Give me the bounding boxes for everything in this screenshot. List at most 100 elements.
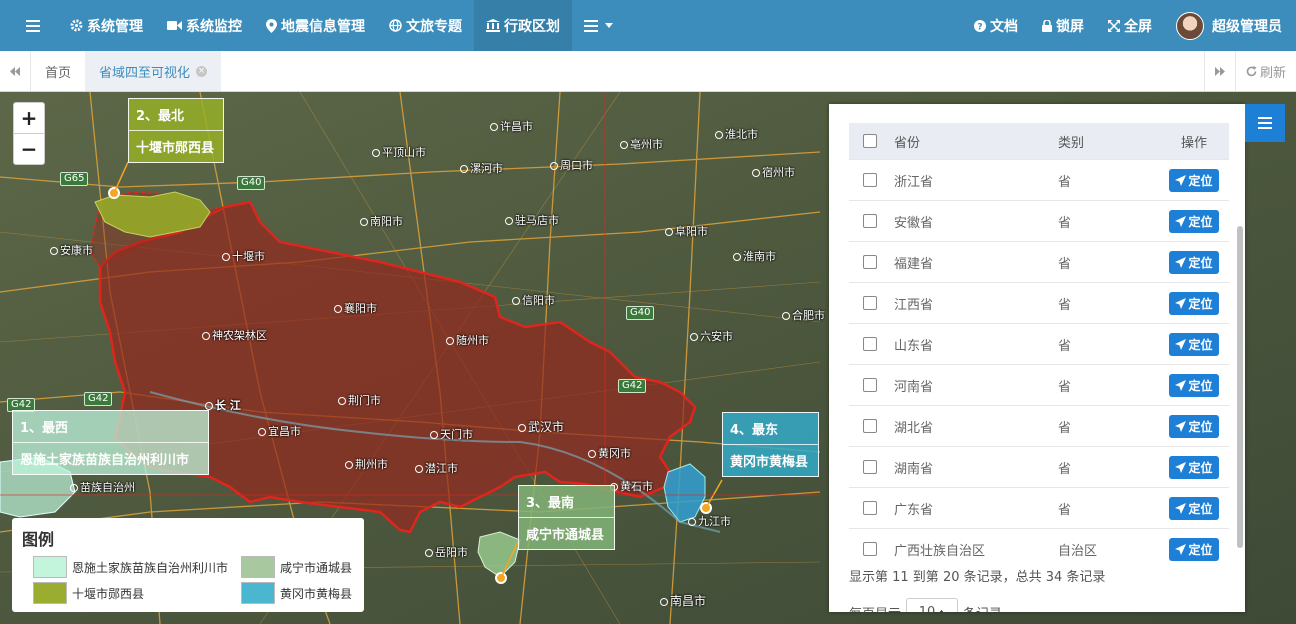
nav-label: 系统管理 — [87, 18, 143, 35]
row-checkbox[interactable] — [863, 501, 877, 515]
city-label: 合肥市 — [782, 307, 825, 323]
locate-button[interactable]: 定位 — [1169, 332, 1219, 356]
zoom-in-button[interactable]: + — [14, 103, 44, 134]
province-type: 省 — [1057, 241, 1159, 283]
panel-toggle-button[interactable] — [1245, 104, 1285, 142]
locate-button[interactable]: 定位 — [1169, 455, 1219, 479]
row-checkbox[interactable] — [863, 173, 877, 187]
tab-province-extent[interactable]: 省域四至可视化 × — [85, 51, 222, 91]
map-legend: 图例 恩施土家族苗族自治州利川市 咸宁市通城县 十堰市郧西县 黄冈市黄梅县 — [12, 518, 364, 612]
lock-label: 锁屏 — [1056, 18, 1084, 35]
city-label: 神农架林区 — [202, 327, 267, 343]
callout-north[interactable]: 2、最北 十堰市郧西县 — [128, 98, 224, 163]
pager-info: 显示第 11 到第 20 条记录，总共 34 条记录 — [849, 570, 1106, 585]
tab-home[interactable]: 首页 — [31, 51, 85, 91]
nav-system-monitor[interactable]: 系统监控 — [155, 0, 254, 51]
province-type: 省 — [1057, 200, 1159, 242]
legend-swatch — [241, 556, 275, 578]
city-label: 淮南市 — [733, 248, 776, 264]
nav-administrative-division[interactable]: 行政区划 — [474, 0, 572, 51]
city-label: 淮北市 — [715, 126, 758, 142]
province-name: 河南省 — [893, 364, 1057, 406]
gear-icon — [70, 19, 83, 32]
row-checkbox[interactable] — [863, 337, 877, 351]
docs-link[interactable]: ? 文档 — [962, 0, 1030, 51]
table-row: 浙江省省 定位 — [849, 159, 1229, 201]
legend-item: 黄冈市黄梅县 — [241, 582, 352, 604]
page-size-select[interactable]: 10 — [906, 598, 959, 613]
locate-button[interactable]: 定位 — [1169, 291, 1219, 315]
select-all-checkbox[interactable] — [863, 134, 877, 148]
province-name: 福建省 — [893, 241, 1057, 283]
top-navbar: 系统管理 系统监控 地震信息管理 文旅专题 行政区划 ? 文档 锁屏 全屏 超级… — [0, 0, 1296, 51]
refresh-button[interactable]: 刷新 — [1234, 51, 1296, 91]
callout-south[interactable]: 3、最南 咸宁市通城县 — [518, 485, 615, 550]
locate-button[interactable]: 定位 — [1169, 209, 1219, 233]
locate-button[interactable]: 定位 — [1169, 168, 1219, 192]
nav-system-management[interactable]: 系统管理 — [58, 0, 155, 51]
zoom-control: + − — [13, 102, 45, 165]
tab-scroll-left-button[interactable] — [0, 51, 31, 91]
menu-toggle-button[interactable] — [0, 0, 58, 51]
callout-title: 1、最西 — [13, 411, 208, 443]
row-checkbox[interactable] — [863, 296, 877, 310]
highway-shield: G40 — [237, 176, 266, 190]
table-row: 安徽省省 定位 — [849, 200, 1229, 242]
city-label: 安康市 — [50, 242, 93, 258]
paper-plane-icon — [1175, 215, 1187, 227]
row-checkbox[interactable] — [863, 542, 877, 556]
row-checkbox[interactable] — [863, 214, 877, 228]
locate-button[interactable]: 定位 — [1169, 373, 1219, 397]
locate-label: 定位 — [1188, 419, 1213, 434]
page-size-value: 10 — [918, 604, 936, 613]
province-type: 自治区 — [1057, 528, 1159, 569]
nav-label: 文旅专题 — [406, 18, 462, 35]
locate-label: 定位 — [1188, 173, 1213, 188]
city-label: 许昌市 — [490, 118, 533, 134]
row-checkbox[interactable] — [863, 378, 877, 392]
callout-name: 黄冈市黄梅县 — [730, 455, 809, 470]
callout-west[interactable]: 1、最西 恩施土家族苗族自治州利川市 — [12, 410, 209, 475]
legend-item: 十堰市郧西县 — [33, 582, 144, 604]
callout-east[interactable]: 4、最东 黄冈市黄梅县 — [722, 412, 819, 477]
row-checkbox[interactable] — [863, 419, 877, 433]
nav-culture-tourism[interactable]: 文旅专题 — [377, 0, 474, 51]
city-label: 襄阳市 — [334, 300, 377, 316]
bank-icon — [486, 19, 500, 32]
row-checkbox[interactable] — [863, 460, 877, 474]
user-menu[interactable]: 超级管理员 — [1164, 0, 1296, 51]
callout-name: 恩施土家族苗族自治州利川市 — [20, 453, 190, 468]
row-checkbox[interactable] — [863, 255, 877, 269]
close-icon[interactable]: × — [196, 65, 208, 77]
nav-more-dropdown[interactable] — [572, 0, 629, 51]
scrollbar[interactable] — [1237, 226, 1243, 548]
province-type: 省 — [1057, 446, 1159, 488]
hamburger-icon — [1258, 117, 1272, 129]
city-label: 天门市 — [430, 426, 473, 442]
locate-button[interactable]: 定位 — [1169, 414, 1219, 438]
paper-plane-icon — [1175, 420, 1187, 432]
zoom-out-button[interactable]: − — [14, 134, 44, 164]
city-label: 潜江市 — [415, 460, 458, 476]
city-label: 周口市 — [550, 157, 593, 173]
city-label: 宜昌市 — [258, 423, 301, 439]
locate-label: 定位 — [1188, 542, 1213, 557]
refresh-icon — [1246, 65, 1257, 76]
province-name: 湖北省 — [893, 405, 1057, 447]
fullscreen-button[interactable]: 全屏 — [1096, 0, 1164, 51]
province-type: 省 — [1057, 282, 1159, 324]
locate-button[interactable]: 定位 — [1169, 496, 1219, 520]
locate-button[interactable]: 定位 — [1169, 250, 1219, 274]
locate-label: 定位 — [1188, 337, 1213, 352]
user-name: 超级管理员 — [1212, 18, 1282, 35]
page-size-suffix: 条记录 — [963, 603, 1002, 613]
city-label: 黄冈市 — [588, 445, 631, 461]
nav-earthquake-info[interactable]: 地震信息管理 — [254, 0, 377, 51]
province-table: 省份 类别 操作 浙江省省定位 安徽省省定位 福建省省定位 江西省省定位 山东省省定位河… — [849, 123, 1229, 569]
locate-button[interactable]: 定位 — [1169, 537, 1219, 561]
table-row: 山东省省 定位 — [849, 323, 1229, 365]
tab-scroll-right-button[interactable] — [1203, 51, 1235, 91]
double-right-icon — [1214, 66, 1225, 76]
lock-screen-button[interactable]: 锁屏 — [1030, 0, 1096, 51]
city-label: 驻马店市 — [505, 212, 559, 228]
